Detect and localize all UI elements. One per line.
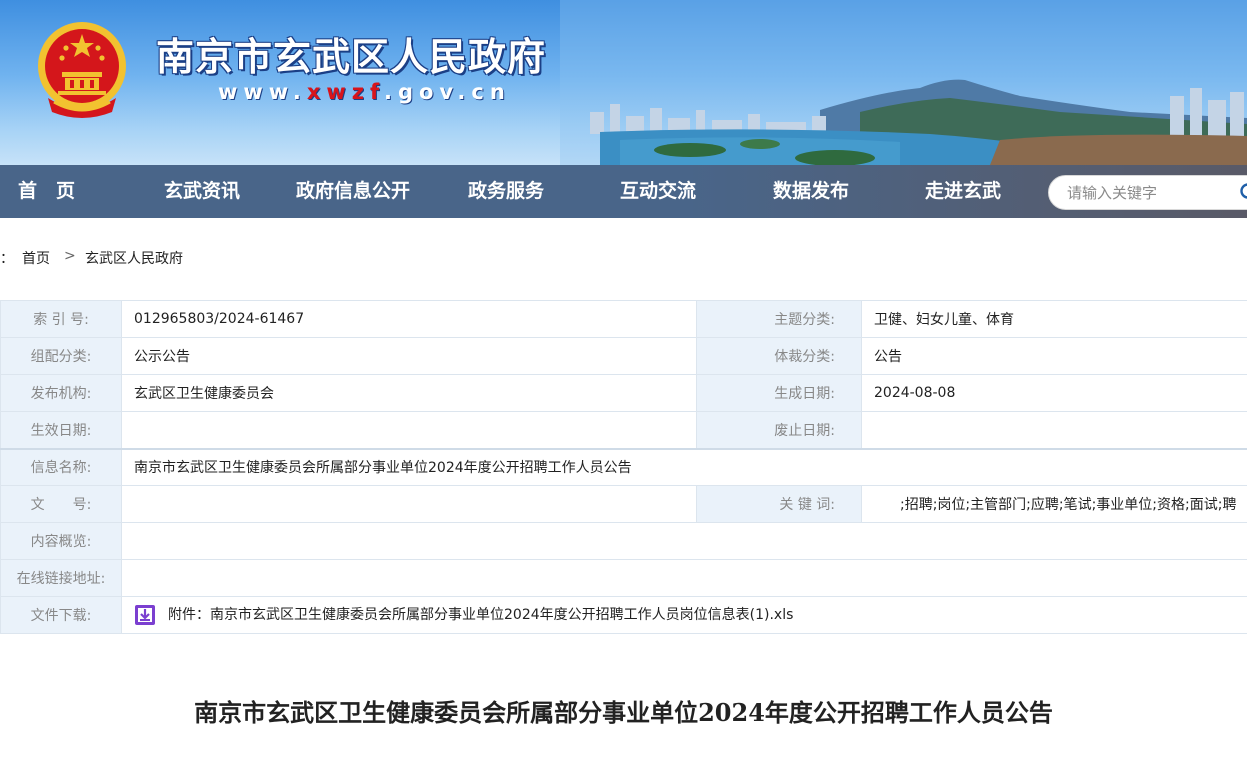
breadcrumb-separator: > (64, 248, 76, 264)
index-number-label: 索 引 号: (0, 300, 122, 338)
theme-category-value: 卫健、妇女儿童、体育 (861, 300, 1247, 338)
file-download-label: 文件下载: (0, 596, 122, 634)
breadcrumb-prefix: ： (0, 251, 14, 267)
online-link-value (121, 559, 1247, 597)
search-input[interactable] (1067, 183, 1227, 203)
nav-item-gov-info-disclosure[interactable]: 政府信息公开 (296, 165, 410, 218)
attachment-download-link[interactable]: 附件：南京市玄武区卫生健康委员会所属部分事业单位2024年度公开招聘工作人员岗位… (168, 607, 793, 623)
meta-row: 索 引 号: 012965803/2024-61467 主题分类: 卫健、妇女儿… (0, 300, 1247, 338)
file-download-cell: 附件：南京市玄武区卫生健康委员会所属部分事业单位2024年度公开招聘工作人员岗位… (121, 596, 1247, 634)
nav-item-gov-services[interactable]: 政务服务 (468, 165, 544, 218)
summary-label: 内容概览: (0, 522, 122, 560)
created-date-value: 2024-08-08 (861, 374, 1247, 412)
breadcrumb-home-link[interactable]: 首页 (22, 248, 50, 268)
doc-number-label: 文 号: (0, 485, 122, 523)
genre-category-value: 公告 (861, 337, 1247, 375)
site-title: 南京市玄武区人民政府 (156, 35, 547, 79)
doc-number-value (121, 485, 697, 523)
meta-row: 文件下载: 附件：南京市玄武区卫生健康委员会所属部分事业单位2024年度公开招聘… (0, 596, 1247, 634)
site-url-prefix: www. (218, 80, 307, 104)
created-date-label: 生成日期: (696, 374, 862, 412)
abolish-date-label: 废止日期: (696, 411, 862, 449)
site-url: www.xwzf.gov.cn (218, 80, 511, 104)
document-meta-table: 索 引 号: 012965803/2024-61467 主题分类: 卫健、妇女儿… (0, 300, 1247, 634)
article-title: 南京市玄武区卫生健康委员会所属部分事业单位2024年度公开招聘工作人员公告 (194, 698, 1053, 727)
keywords-value: ;招聘;岗位;主管部门;应聘;笔试;事业单位;资格;面试;聘 (861, 485, 1247, 523)
genre-category-label: 体裁分类: (696, 337, 862, 375)
search-box (1048, 175, 1247, 210)
site-url-suffix: .gov.cn (384, 80, 511, 104)
summary-value (121, 522, 1247, 560)
keywords-label: 关 键 词: (696, 485, 862, 523)
theme-category-label: 主题分类: (696, 300, 862, 338)
publisher-label: 发布机构: (0, 374, 122, 412)
nav-item-about-xuanwu[interactable]: 走进玄武 (925, 165, 1001, 218)
group-category-label: 组配分类: (0, 337, 122, 375)
meta-row: 内容概览: (0, 522, 1247, 560)
info-name-value: 南京市玄武区卫生健康委员会所属部分事业单位2024年度公开招聘工作人员公告 (121, 447, 1247, 486)
site-url-highlight: xwzf (306, 80, 384, 104)
meta-row: 发布机构: 玄武区卫生健康委员会 生成日期: 2024-08-08 (0, 374, 1247, 412)
meta-row: 文 号: 关 键 词: ;招聘;岗位;主管部门;应聘;笔试;事业单位;资格;面试… (0, 485, 1247, 523)
meta-row: 生效日期: 废止日期: (0, 411, 1247, 449)
city-landscape-illustration (560, 0, 1247, 165)
header-banner: 南京市玄武区人民政府 www.xwzf.gov.cn (0, 0, 1247, 165)
publisher-value: 玄武区卫生健康委员会 (121, 374, 697, 412)
search-icon[interactable] (1239, 182, 1247, 204)
info-name-label: 信息名称: (0, 447, 122, 486)
index-number-value: 012965803/2024-61467 (121, 300, 697, 338)
group-category-value: 公示公告 (121, 337, 697, 375)
abolish-date-value (861, 411, 1247, 449)
national-emblem-icon (38, 22, 126, 118)
meta-row: 组配分类: 公示公告 体裁分类: 公告 (0, 337, 1247, 375)
meta-row: 在线链接地址: (0, 559, 1247, 597)
nav-item-interaction[interactable]: 互动交流 (620, 165, 696, 218)
download-icon[interactable] (134, 604, 156, 626)
online-link-label: 在线链接地址: (0, 559, 122, 597)
breadcrumb-current-link[interactable]: 玄武区人民政府 (85, 248, 183, 268)
nav-item-data-release[interactable]: 数据发布 (773, 165, 849, 218)
effective-date-label: 生效日期: (0, 411, 122, 449)
nav-item-xuanwu-news[interactable]: 玄武资讯 (164, 165, 240, 218)
effective-date-value (121, 411, 697, 449)
nav-item-home[interactable]: 首 页 (18, 165, 75, 218)
meta-row: 信息名称: 南京市玄武区卫生健康委员会所属部分事业单位2024年度公开招聘工作人… (0, 447, 1247, 486)
